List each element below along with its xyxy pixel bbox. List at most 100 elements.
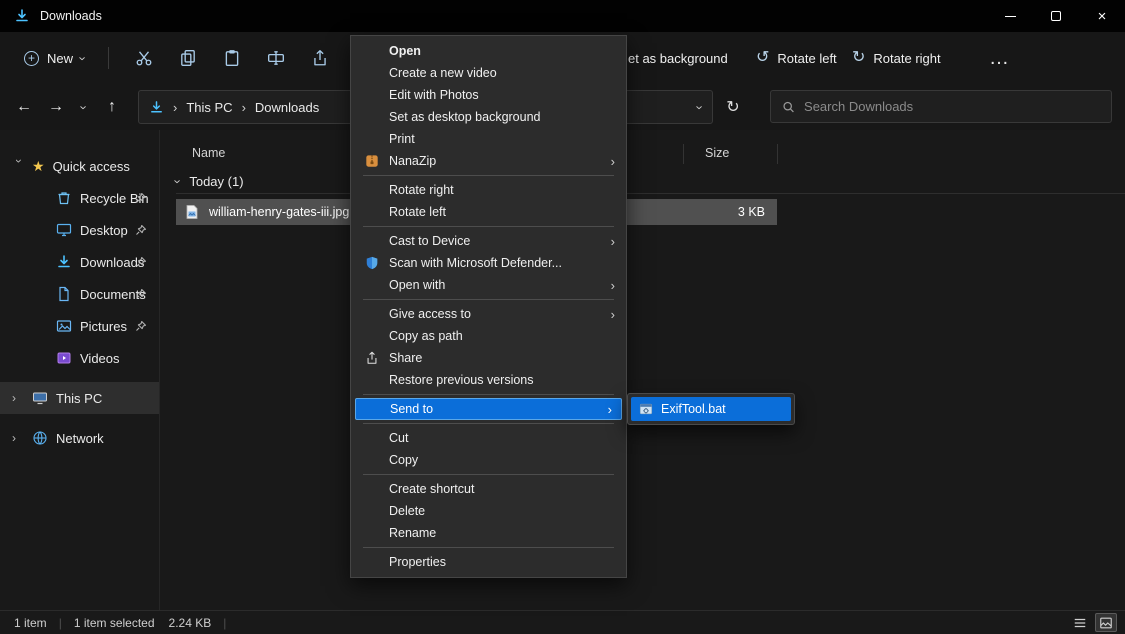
- context-menu-item-copy-as-path[interactable]: Copy as path: [353, 325, 624, 347]
- context-menu-item-send-to[interactable]: Send to ›: [355, 398, 622, 420]
- context-menu-item-give-access-to[interactable]: Give access to ›: [353, 303, 624, 325]
- column-separator[interactable]: [777, 144, 778, 164]
- network-icon: [32, 430, 48, 446]
- sidebar-item-recycle-bin[interactable]: Recycle Bin: [0, 182, 159, 214]
- cut-button[interactable]: [122, 39, 166, 77]
- up-button[interactable]: ↑: [96, 91, 128, 123]
- plus-icon: +: [24, 51, 39, 66]
- chevron-right-icon: ›: [12, 392, 26, 404]
- star-icon: ★: [32, 158, 45, 175]
- submenu-item-exiftool-bat[interactable]: ExifTool.bat: [631, 397, 791, 421]
- titlebar: Downloads ×: [0, 0, 1125, 32]
- breadcrumb-this-pc[interactable]: This PC: [186, 100, 232, 115]
- context-menu-item-rotate-left[interactable]: Rotate left: [353, 201, 624, 223]
- close-button[interactable]: ×: [1079, 0, 1125, 32]
- context-menu-item-rename[interactable]: Rename: [353, 522, 624, 544]
- search-input[interactable]: [804, 99, 1100, 114]
- menu-item-label: Send to: [390, 402, 433, 416]
- context-menu-item-cast-to-device[interactable]: Cast to Device ›: [353, 230, 624, 252]
- chevron-right-icon: ›: [611, 154, 615, 169]
- sidebar-item-label: Quick access: [53, 159, 130, 174]
- file-size: 3 KB: [738, 205, 765, 219]
- context-menu-item-scan-with-microsoft-defender[interactable]: Scan with Microsoft Defender...: [353, 252, 624, 274]
- status-divider: |: [223, 616, 226, 630]
- forward-button[interactable]: →: [40, 91, 72, 123]
- context-menu-item-open[interactable]: Open: [353, 40, 624, 62]
- sidebar-item-videos[interactable]: Videos: [0, 342, 159, 374]
- download-icon: [14, 8, 30, 24]
- menu-item-label: Delete: [389, 504, 425, 518]
- sidebar-gap: [0, 374, 159, 382]
- up-icon: ↑: [108, 98, 116, 116]
- menu-separator: [363, 423, 614, 424]
- share-icon: [311, 49, 329, 67]
- minimize-button[interactable]: [987, 0, 1033, 32]
- sidebar-item-this-pc[interactable]: › This PC: [0, 382, 159, 414]
- context-menu-item-edit-with-photos[interactable]: Edit with Photos: [353, 84, 624, 106]
- pin-icon: [135, 256, 147, 268]
- context-menu-item-delete[interactable]: Delete: [353, 500, 624, 522]
- paste-button[interactable]: [210, 39, 254, 77]
- rotate-right-label: Rotate right: [873, 51, 940, 66]
- sidebar-item-documents[interactable]: Documents: [0, 278, 159, 310]
- sidebar-item-pictures[interactable]: Pictures: [0, 310, 159, 342]
- column-separator[interactable]: [683, 144, 684, 164]
- details-view-button[interactable]: [1069, 613, 1091, 632]
- menu-separator: [363, 474, 614, 475]
- rotate-right-button[interactable]: ↻ Rotate right: [842, 40, 951, 76]
- rotate-left-button[interactable]: ↺ Rotate left: [746, 40, 847, 76]
- breadcrumb-downloads[interactable]: Downloads: [255, 100, 319, 115]
- share-button[interactable]: [298, 39, 342, 77]
- copy-button[interactable]: [166, 39, 210, 77]
- context-menu-item-restore-previous-versions[interactable]: Restore previous versions: [353, 369, 624, 391]
- context-menu-item-create-shortcut[interactable]: Create shortcut: [353, 478, 624, 500]
- download-icon: [149, 100, 164, 115]
- context-menu-item-print[interactable]: Print: [353, 128, 624, 150]
- context-menu-item-copy[interactable]: Copy: [353, 449, 624, 471]
- new-button-label: New: [47, 51, 73, 66]
- menu-item-label: Scan with Microsoft Defender...: [389, 256, 562, 270]
- chevron-right-icon: ›: [611, 307, 615, 322]
- context-menu-item-share[interactable]: Share: [353, 347, 624, 369]
- maximize-button[interactable]: [1033, 0, 1079, 32]
- sidebar-item-downloads[interactable]: Downloads: [0, 246, 159, 278]
- menu-separator: [363, 394, 614, 395]
- address-dropdown-icon[interactable]: ›: [693, 105, 706, 109]
- column-header-name[interactable]: Name: [192, 146, 225, 160]
- set-as-background-label[interactable]: et as background: [628, 51, 728, 66]
- context-menu-item-properties[interactable]: Properties: [353, 551, 624, 573]
- search-box[interactable]: [770, 90, 1112, 123]
- column-header-size[interactable]: Size: [705, 146, 729, 160]
- sidebar-item-network[interactable]: › Network: [0, 422, 159, 454]
- copy-icon: [179, 49, 197, 67]
- window-controls: ×: [987, 0, 1125, 32]
- menu-item-label: Create a new video: [389, 66, 497, 80]
- minimize-icon: [1005, 16, 1016, 17]
- sidebar-item-quick-access[interactable]: › ★ Quick access: [0, 150, 159, 182]
- new-button[interactable]: + New ›: [14, 43, 95, 74]
- rotate-right-icon: ↻: [852, 50, 865, 66]
- context-menu-item-cut[interactable]: Cut: [353, 427, 624, 449]
- sidebar-item-desktop[interactable]: Desktop: [0, 214, 159, 246]
- context-menu-item-open-with[interactable]: Open with ›: [353, 274, 624, 296]
- menu-item-label: Open: [389, 44, 421, 58]
- share-icon: [365, 351, 379, 365]
- refresh-button[interactable]: ↻: [717, 91, 749, 123]
- status-divider: |: [59, 616, 62, 630]
- rename-button[interactable]: [254, 39, 298, 77]
- menu-separator: [363, 175, 614, 176]
- window-title: Downloads: [40, 9, 102, 23]
- group-header-today[interactable]: › Today (1): [176, 174, 244, 189]
- chevron-down-icon: ›: [78, 105, 91, 109]
- context-menu-item-rotate-right[interactable]: Rotate right: [353, 179, 624, 201]
- context-menu-item-nanazip[interactable]: NanaZip ›: [353, 150, 624, 172]
- context-menu-item-set-as-desktop-background[interactable]: Set as desktop background: [353, 106, 624, 128]
- context-menu-item-create-a-new-video[interactable]: Create a new video: [353, 62, 624, 84]
- see-more-button[interactable]: …: [980, 40, 1018, 76]
- thumbnail-view-button[interactable]: [1095, 613, 1117, 632]
- videos-icon: [56, 350, 72, 366]
- chevron-right-icon: ›: [242, 101, 246, 114]
- back-button[interactable]: ←: [8, 91, 40, 123]
- refresh-icon: ↻: [726, 97, 739, 117]
- recent-locations-button[interactable]: ›: [72, 91, 96, 123]
